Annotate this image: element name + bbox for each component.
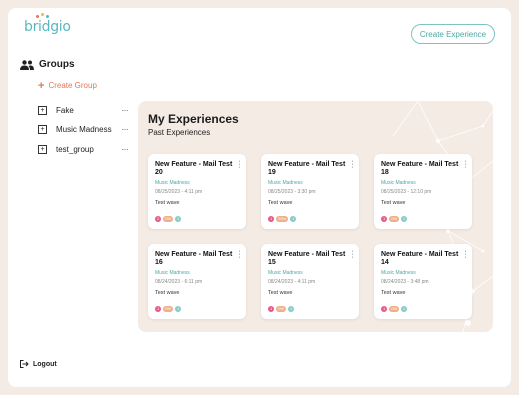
create-group-button[interactable]: + Create Group — [38, 79, 97, 92]
card-group: Music Madness — [268, 270, 303, 276]
card-group: Music Madness — [155, 270, 190, 276]
card-title: New Feature - Mail Test 20 — [155, 161, 233, 176]
responses-badge: 1 — [175, 306, 182, 312]
card-group: Music Madness — [155, 180, 190, 186]
logo-dot — [46, 15, 49, 18]
card-date: 08/24/2023 - 3:48 pm — [381, 279, 429, 285]
responses-badge: 1 — [290, 216, 297, 222]
experience-card[interactable]: New Feature - Mail Test 16 · · · Music Mad… — [148, 244, 246, 319]
card-group: Music Madness — [381, 180, 416, 186]
group-item[interactable]: + Music Madness ··· — [38, 123, 128, 135]
group-item[interactable]: + Fake ··· — [38, 104, 128, 116]
completion-badge: 0% — [389, 216, 400, 222]
completion-badge: 50% — [276, 216, 289, 222]
completion-badge: 0% — [389, 306, 400, 312]
kebab-menu-icon[interactable]: · · · — [351, 158, 354, 171]
card-badges: 1 0% 1 — [381, 216, 409, 222]
experience-card[interactable]: New Feature - Mail Test 15 · · · Music Mad… — [261, 244, 359, 319]
kebab-menu-icon[interactable]: · · · — [238, 158, 241, 171]
group-item[interactable]: + test_group ··· — [38, 143, 128, 155]
card-date: 08/25/2023 - 4:11 pm — [155, 189, 203, 195]
card-title: New Feature - Mail Test 16 — [155, 251, 233, 266]
card-badges: 2 0% 1 — [155, 216, 183, 222]
groups-header: Groups — [20, 59, 75, 70]
logout-icon — [20, 360, 29, 368]
card-title: New Feature - Mail Test 18 — [381, 161, 459, 176]
responses-badge: 1 — [401, 306, 408, 312]
participants-badge: 1 — [381, 306, 388, 312]
card-badges: 1 0% 1 — [381, 306, 409, 312]
kebab-menu-icon[interactable]: · · · — [464, 158, 467, 171]
logo-dot — [36, 15, 39, 18]
card-badges: 1 0% 1 — [268, 306, 296, 312]
group-label: test_group — [56, 144, 94, 154]
participants-badge: 1 — [155, 306, 162, 312]
group-label: Fake — [56, 105, 74, 115]
responses-badge: 1 — [175, 216, 182, 222]
card-description: Test wave — [381, 200, 406, 206]
past-experiences-subtitle: Past Experiences — [148, 128, 211, 137]
plus-icon: + — [38, 79, 45, 92]
completion-badge: 0% — [276, 306, 287, 312]
logout-button[interactable]: Logout — [20, 360, 57, 368]
people-icon — [20, 59, 34, 70]
responses-badge: 1 — [401, 216, 408, 222]
expand-icon[interactable]: + — [38, 124, 47, 134]
participants-badge: 1 — [381, 216, 388, 222]
card-group: Music Madness — [381, 270, 416, 276]
participants-badge: 2 — [155, 216, 162, 222]
experience-card[interactable]: New Feature - Mail Test 19 · · · Music Mad… — [261, 154, 359, 229]
responses-badge: 1 — [288, 306, 295, 312]
logout-label: Logout — [33, 360, 57, 368]
logo-text: bridgio — [24, 19, 71, 35]
card-description: Test wave — [155, 290, 180, 296]
logo-dot — [41, 13, 44, 16]
card-title: New Feature - Mail Test 14 — [381, 251, 459, 266]
create-group-label: Create Group — [48, 81, 97, 90]
experiences-panel: My Experiences Past Experiences New Feat… — [138, 101, 493, 332]
groups-title: Groups — [39, 59, 75, 70]
more-options-icon[interactable]: ··· — [122, 106, 129, 115]
card-description: Test wave — [268, 200, 293, 206]
create-experience-button[interactable]: Create Experience — [411, 24, 495, 44]
card-group: Music Madness — [268, 180, 303, 186]
card-date: 08/25/2023 - 12:10 pm — [381, 189, 432, 195]
more-options-icon[interactable]: ··· — [122, 125, 129, 134]
kebab-menu-icon[interactable]: · · · — [464, 248, 467, 261]
participants-badge: 1 — [268, 216, 275, 222]
kebab-menu-icon[interactable]: · · · — [351, 248, 354, 261]
experience-card[interactable]: New Feature - Mail Test 18 · · · Music Mad… — [374, 154, 472, 229]
expand-icon[interactable]: + — [38, 105, 47, 115]
bridgio-logo[interactable]: bridgio — [24, 13, 71, 41]
card-title: New Feature - Mail Test 19 — [268, 161, 346, 176]
experience-card[interactable]: New Feature - Mail Test 14 · · · Music Mad… — [374, 244, 472, 319]
completion-badge: 0% — [163, 306, 174, 312]
completion-badge: 0% — [163, 216, 174, 222]
experience-card[interactable]: New Feature - Mail Test 20 · · · Music Mad… — [148, 154, 246, 229]
group-label: Music Madness — [56, 124, 112, 134]
participants-badge: 1 — [268, 306, 275, 312]
card-description: Test wave — [155, 200, 180, 206]
card-title: New Feature - Mail Test 15 — [268, 251, 346, 266]
card-badges: 1 0% 1 — [155, 306, 183, 312]
card-badges: 1 50% 1 — [268, 216, 298, 222]
expand-icon[interactable]: + — [38, 144, 47, 154]
card-date: 08/25/2023 - 3:30 pm — [268, 189, 316, 195]
card-date: 08/24/2023 - 4:11 pm — [268, 279, 316, 285]
card-description: Test wave — [381, 290, 406, 296]
kebab-menu-icon[interactable]: · · · — [238, 248, 241, 261]
experiences-title: My Experiences — [148, 112, 239, 126]
card-date: 08/24/2023 - 6:11 pm — [155, 279, 203, 285]
more-options-icon[interactable]: ··· — [122, 145, 129, 154]
card-description: Test wave — [268, 290, 293, 296]
